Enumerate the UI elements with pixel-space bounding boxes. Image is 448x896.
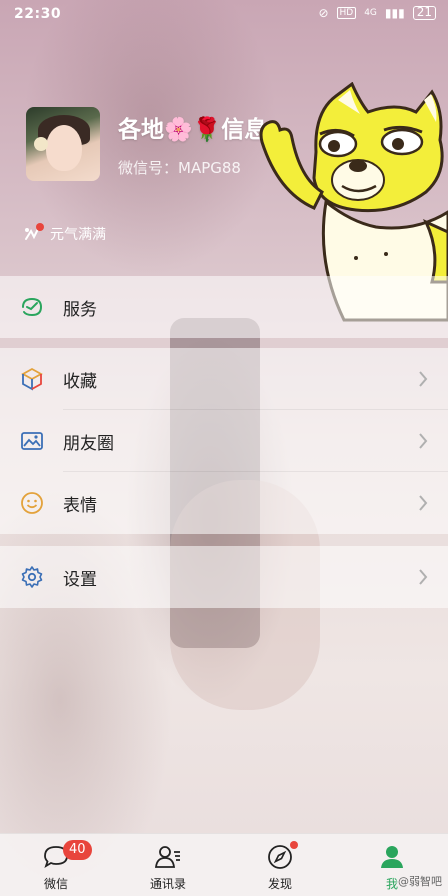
- status-bar: 22:30 ⊘ HD 4G ▮▮▮ 21: [0, 0, 448, 32]
- services-icon: [22, 297, 43, 317]
- menu-label-services: 服务: [63, 300, 97, 320]
- watermark: @弱智吧: [398, 875, 442, 888]
- chevron-right-icon: [419, 371, 428, 387]
- menu-item-favorites[interactable]: 收藏: [0, 348, 448, 410]
- menu-label-settings: 设置: [63, 570, 97, 590]
- menu-section-main: 收藏 朋友圈 表情: [0, 348, 448, 534]
- contacts-icon: [154, 846, 180, 868]
- menu-item-settings[interactable]: 设置: [0, 546, 448, 608]
- discover-red-dot: [290, 841, 298, 849]
- status-icons: ⊘ HD 4G ▮▮▮ 21: [318, 6, 436, 20]
- avatar-face: [46, 125, 82, 171]
- avatar[interactable]: [26, 107, 100, 181]
- signal-icon: ▮▮▮: [384, 6, 405, 20]
- person-filled-icon: [381, 846, 403, 868]
- menu-label-moments: 朋友圈: [63, 434, 114, 454]
- network-label: 4G: [364, 8, 377, 18]
- status-time: 22:30: [14, 6, 62, 22]
- profile-nickname[interactable]: 各地🌸🌹信息: [118, 110, 267, 144]
- tab-contacts[interactable]: 通讯录: [112, 834, 224, 896]
- gear-icon: [21, 566, 43, 588]
- tab-label-contacts: 通讯录: [149, 877, 186, 891]
- tab-label-chats: 微信: [43, 877, 68, 891]
- menu-label-favorites: 收藏: [63, 372, 97, 392]
- menu-item-moments[interactable]: 朋友圈: [0, 410, 448, 472]
- status-red-dot: [36, 223, 44, 231]
- avatar-flower: [34, 137, 48, 151]
- menu-section-settings: 设置: [0, 546, 448, 608]
- tab-discover[interactable]: 发现: [224, 834, 336, 896]
- menu-label-stickers: 表情: [63, 496, 97, 516]
- menu-item-services[interactable]: 服务: [0, 276, 448, 338]
- tab-bar: 40 微信 通讯录 发现 我: [0, 833, 448, 896]
- menu-section-services: 服务: [0, 276, 448, 338]
- chevron-right-icon: [419, 433, 428, 449]
- smiley-icon: [21, 492, 43, 514]
- favorites-cube-icon: [21, 367, 43, 391]
- battery-indicator: 21: [412, 6, 436, 20]
- status-sparkle-icon: [22, 223, 44, 243]
- chats-unread-badge: 40: [63, 840, 92, 860]
- menu-item-stickers[interactable]: 表情: [0, 472, 448, 534]
- tab-label-discover: 发现: [267, 877, 292, 891]
- status-text: 元气满满: [50, 227, 106, 243]
- chevron-right-icon: [419, 569, 428, 585]
- moments-image-icon: [21, 432, 43, 450]
- profile-status[interactable]: 元气满满: [22, 223, 106, 244]
- tab-chats[interactable]: 40 微信: [0, 834, 112, 896]
- alarm-off-icon: ⊘: [318, 6, 329, 20]
- profile-wechat-id[interactable]: 微信号：MAPG88: [118, 157, 241, 178]
- hd-label: HD: [336, 7, 357, 19]
- chevron-right-icon: [419, 495, 428, 511]
